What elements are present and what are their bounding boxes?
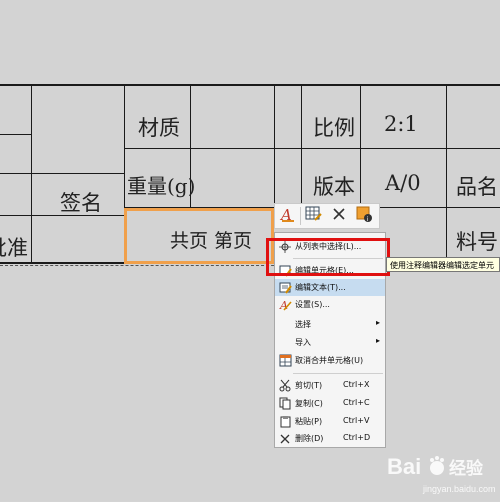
version-label: 版本 [313,175,355,199]
menu-item-copy[interactable]: 复制(C) Ctrl+C [275,395,385,412]
svg-text:A: A [279,299,288,311]
product-name-label: 品名 [456,175,498,199]
scale-label: 比例 [313,116,355,140]
menu-separator [293,373,383,374]
copy-icon [278,397,292,411]
submenu-arrow-icon: ▸ [375,336,380,345]
menu-item-select[interactable]: 选择 ▸ [275,316,385,333]
menu-item-delete[interactable]: 删除(D) Ctrl+D [275,430,385,447]
table-line [446,84,447,264]
drawing-canvas[interactable]: 材质 重量(g) 签名 批准 比例 2:1 版本 A/0 品名 料号 共页 第页 [0,0,500,501]
cell-properties-icon: i [355,205,373,227]
table-line [378,207,500,208]
table-line [124,148,500,149]
table-line [0,84,500,86]
tooltip: 使用注释编辑器编辑选定单元 [386,257,500,272]
menu-item-edit-text[interactable]: 编辑文本(T)... [275,279,385,296]
scale-value: 2:1 [384,112,418,136]
menu-item-settings[interactable]: A 设置(S)... [275,296,385,313]
text-style-button[interactable]: A [275,204,300,228]
part-number-label: 料号 [456,230,498,254]
settings-icon: A [278,298,292,312]
table-line [360,84,361,204]
menu-item-cut[interactable]: 剪切(T) Ctrl+X [275,377,385,394]
cut-icon [278,379,292,393]
paste-icon [278,415,292,429]
delete-icon [278,432,292,446]
delete-x-icon [331,206,347,226]
submenu-arrow-icon: ▸ [375,318,380,327]
material-label: 材质 [138,116,180,140]
table-line [274,84,275,204]
table-line [0,173,124,174]
approve-label: 批准 [0,236,28,260]
table-line [0,134,32,135]
selected-cell[interactable] [124,208,274,264]
unmerge-cells-icon [278,354,292,368]
menu-item-paste[interactable]: 粘贴(P) Ctrl+V [275,413,385,430]
table-edit-button[interactable] [301,204,326,228]
baidu-paw-icon [430,456,444,475]
table-cell-toolbar: A i [274,203,380,229]
version-value: A/0 [385,171,421,195]
weight-label: 重量(g) [127,174,196,198]
watermark-suffix: 经验 [449,458,484,479]
table-line [31,84,32,264]
text-style-icon: A [279,205,297,227]
watermark-url: jingyan.baidu.com [422,484,496,494]
table-line [301,84,302,204]
menu-item-unmerge-cells[interactable]: 取消合并单元格(U) [275,352,385,369]
delete-button[interactable] [326,204,351,228]
menu-item-import[interactable]: 导入 ▸ [275,334,385,351]
highlight-annotation-box [266,238,390,276]
edit-text-icon [278,281,292,295]
table-edit-icon [305,205,323,227]
baidu-watermark: Bai 经验 jingyan.baidu.com [385,452,500,497]
cell-properties-button[interactable]: i [351,204,376,228]
watermark-brand: Bai [387,454,421,479]
sign-label: 签名 [60,191,102,215]
